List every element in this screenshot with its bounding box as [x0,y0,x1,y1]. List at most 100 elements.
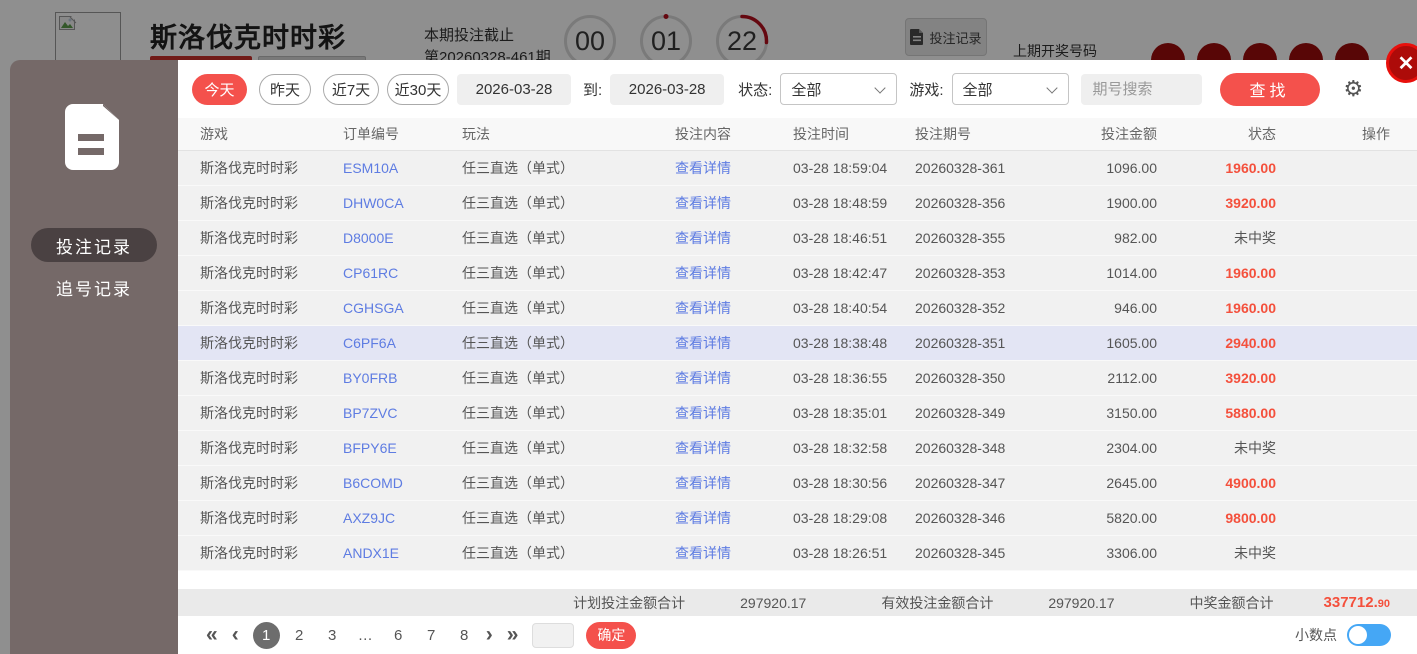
cell-order-link[interactable]: CP61RC [343,265,462,281]
prev-page-button[interactable]: ‹ [232,623,239,647]
view-details-link[interactable]: 查看详情 [675,333,793,353]
cell-status: 未中奖 [1157,543,1276,563]
page-button-8[interactable]: 8 [451,622,478,649]
cell-order-link[interactable]: AXZ9JC [343,510,462,526]
cell-order-link[interactable]: B6COMD [343,475,462,491]
cell-game: 斯洛伐克时时彩 [200,473,343,493]
table-row: 斯洛伐克时时彩 AXZ9JC 任三直选（单式） 查看详情 03-28 18:29… [178,501,1417,536]
search-button[interactable]: 查找 [1220,73,1320,106]
cell-amount: 2112.00 [1067,370,1157,386]
cell-play: 任三直选（单式） [462,543,675,563]
table-row: 斯洛伐克时时彩 D8000E 任三直选（单式） 查看详情 03-28 18:46… [178,221,1417,256]
view-details-link[interactable]: 查看详情 [675,438,793,458]
gear-icon[interactable]: ⚙ [1344,78,1364,100]
valid-total-label: 有效投注金额合计 [881,593,993,613]
toggle-knob [1349,626,1367,644]
table-row: 斯洛伐克时时彩 ESM10A 任三直选（单式） 查看详情 03-28 18:59… [178,151,1417,186]
filter-yesterday-button[interactable]: 昨天 [259,74,311,105]
cell-period: 20260328-349 [915,405,1067,421]
cell-status: 3920.00 [1157,195,1276,211]
filter-7days-button[interactable]: 近7天 [323,74,379,105]
cell-game: 斯洛伐克时时彩 [200,158,343,178]
table-row: 斯洛伐克时时彩 BFPY6E 任三直选（单式） 查看详情 03-28 18:32… [178,431,1417,466]
cell-play: 任三直选（单式） [462,438,675,458]
table-row: 斯洛伐克时时彩 DHW0CA 任三直选（单式） 查看详情 03-28 18:48… [178,186,1417,221]
goto-page-input[interactable] [532,623,574,648]
view-details-link[interactable]: 查看详情 [675,543,793,563]
table-header: 游戏 订单编号 玩法 投注内容 投注时间 投注期号 投注金额 状态 操作 [178,118,1417,151]
decimal-toggle[interactable] [1347,624,1391,646]
pagination-pages: 123…678 [253,622,484,649]
cell-play: 任三直选（单式） [462,473,675,493]
view-details-link[interactable]: 查看详情 [675,263,793,283]
date-to-input[interactable] [610,74,724,105]
page-button-1[interactable]: 1 [253,622,280,649]
decimal-toggle-group: 小数点 [1295,624,1391,646]
cell-time: 03-28 18:59:04 [793,160,915,176]
view-details-link[interactable]: 查看详情 [675,158,793,178]
col-content: 投注内容 [675,124,793,144]
cell-game: 斯洛伐克时时彩 [200,438,343,458]
table-row: 斯洛伐克时时彩 C6PF6A 任三直选（单式） 查看详情 03-28 18:38… [178,326,1417,361]
filter-today-button[interactable]: 今天 [192,74,247,105]
col-amount: 投注金额 [1067,124,1157,144]
cell-amount: 1900.00 [1067,195,1157,211]
valid-total-value: 297920.17 [1048,595,1114,611]
next-page-button[interactable]: › [486,623,493,647]
cell-order-link[interactable]: BFPY6E [343,440,462,456]
cell-time: 03-28 18:35:01 [793,405,915,421]
cell-order-link[interactable]: DHW0CA [343,195,462,211]
cell-period: 20260328-350 [915,370,1067,386]
cell-period: 20260328-345 [915,545,1067,561]
cell-order-link[interactable]: BP7ZVC [343,405,462,421]
cell-time: 03-28 18:48:59 [793,195,915,211]
period-search-input[interactable] [1081,74,1202,105]
cell-status: 未中奖 [1157,438,1276,458]
cell-game: 斯洛伐克时时彩 [200,333,343,353]
cell-order-link[interactable]: C6PF6A [343,335,462,351]
cell-order-link[interactable]: BY0FRB [343,370,462,386]
page-button-3[interactable]: 3 [319,622,346,649]
status-select[interactable]: 全部 [780,73,897,105]
sidebar-item-bet-records[interactable]: 投注记录 [31,228,157,262]
page-button-…[interactable]: … [352,622,379,649]
date-from-input[interactable] [457,74,571,105]
cell-order-link[interactable]: ANDX1E [343,545,462,561]
cell-game: 斯洛伐克时时彩 [200,508,343,528]
cell-amount: 946.00 [1067,300,1157,316]
cell-amount: 5820.00 [1067,510,1157,526]
cell-period: 20260328-353 [915,265,1067,281]
cell-play: 任三直选（单式） [462,333,675,353]
view-details-link[interactable]: 查看详情 [675,403,793,423]
close-icon: ✕ [1398,51,1415,76]
cell-game: 斯洛伐克时时彩 [200,228,343,248]
cell-order-link[interactable]: ESM10A [343,160,462,176]
view-details-link[interactable]: 查看详情 [675,298,793,318]
first-page-button[interactable]: « [206,623,218,647]
view-details-link[interactable]: 查看详情 [675,473,793,493]
view-details-link[interactable]: 查看详情 [675,193,793,213]
page-button-6[interactable]: 6 [385,622,412,649]
sidebar-item-chase-records[interactable]: 追号记录 [31,270,157,304]
table-row: 斯洛伐克时时彩 ANDX1E 任三直选（单式） 查看详情 03-28 18:26… [178,536,1417,571]
cell-play: 任三直选（单式） [462,263,675,283]
page-button-7[interactable]: 7 [418,622,445,649]
filter-30days-button[interactable]: 近30天 [387,74,449,105]
view-details-link[interactable]: 查看详情 [675,508,793,528]
col-action: 操作 [1276,124,1390,144]
last-page-button[interactable]: » [507,623,519,647]
cell-time: 03-28 18:46:51 [793,230,915,246]
game-label: 游戏: [909,79,943,100]
page-button-2[interactable]: 2 [286,622,313,649]
cell-status: 1960.00 [1157,265,1276,281]
cell-play: 任三直选（单式） [462,508,675,528]
game-select[interactable]: 全部 [952,73,1069,105]
cell-time: 03-28 18:29:08 [793,510,915,526]
cell-amount: 3306.00 [1067,545,1157,561]
goto-confirm-button[interactable]: 确定 [586,622,636,649]
view-details-link[interactable]: 查看详情 [675,368,793,388]
cell-amount: 2304.00 [1067,440,1157,456]
cell-order-link[interactable]: CGHSGA [343,300,462,316]
cell-order-link[interactable]: D8000E [343,230,462,246]
view-details-link[interactable]: 查看详情 [675,228,793,248]
